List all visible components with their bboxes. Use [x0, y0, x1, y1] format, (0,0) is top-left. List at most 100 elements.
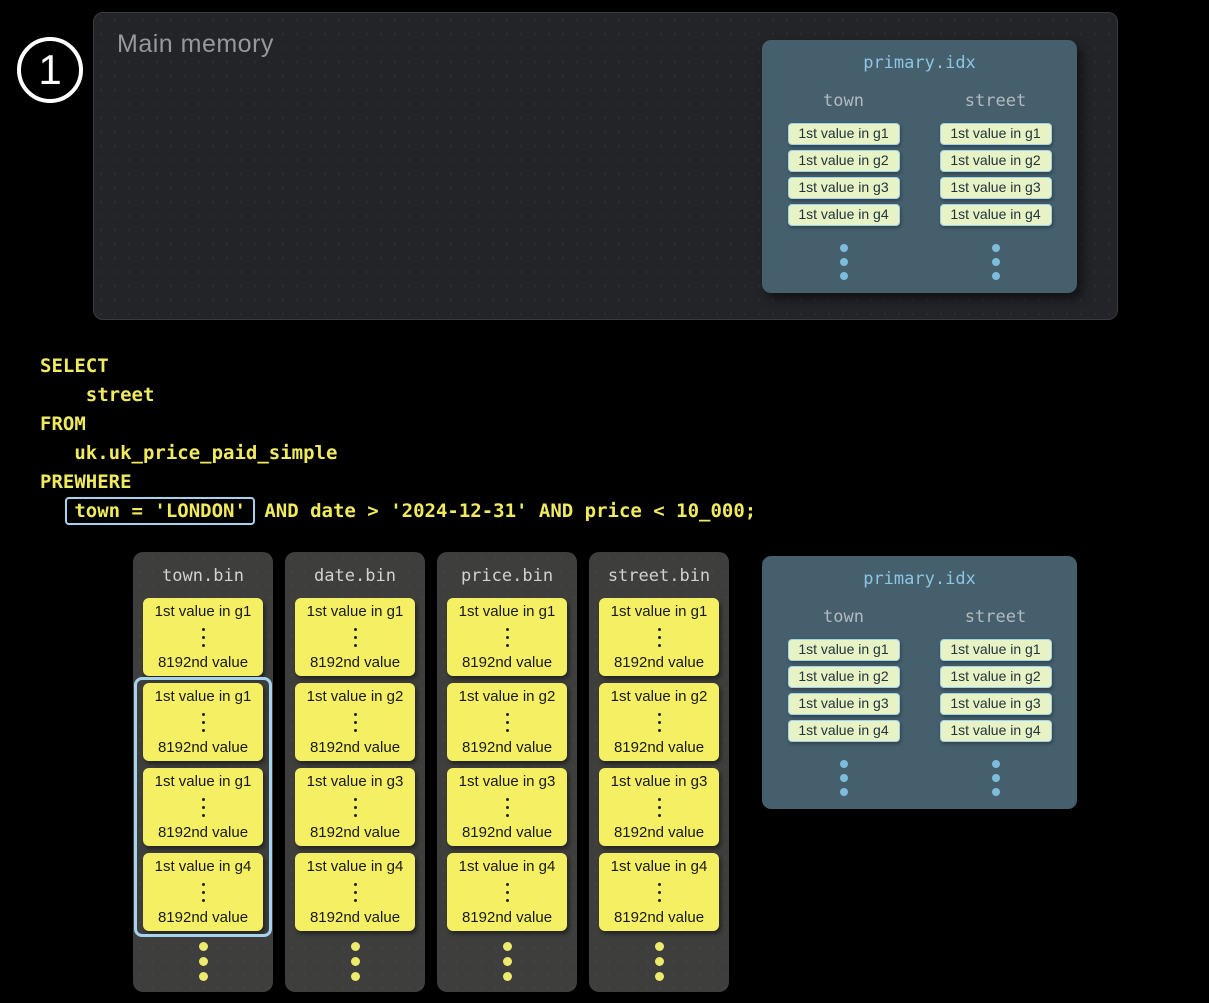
dot [354, 899, 357, 902]
ellipsis-dots [992, 244, 1000, 280]
granule-list: 1st value in g18192nd value1st value in … [589, 598, 729, 931]
dot [658, 806, 661, 809]
dot [351, 972, 360, 981]
granule-first-value: 1st value in g1 [611, 604, 708, 619]
dot [354, 814, 357, 817]
index-mark-cell: 1st value in g3 [788, 693, 900, 715]
granule-first-value: 1st value in g2 [307, 689, 404, 704]
dot [503, 957, 512, 966]
ellipsis-dots [133, 942, 273, 981]
ellipsis-dots [658, 628, 661, 647]
dot [506, 721, 509, 724]
dot [658, 636, 661, 639]
primary-idx-panel-disk: primary.idxtown1st value in g11st value … [762, 556, 1077, 809]
granule-first-value: 1st value in g3 [459, 774, 556, 789]
index-mark-cell: 1st value in g2 [788, 150, 900, 172]
ellipsis-dots [354, 628, 357, 647]
bin-title: price.bin [437, 552, 577, 587]
dot [506, 713, 509, 716]
dot [658, 814, 661, 817]
index-mark-cell: 1st value in g1 [940, 123, 1052, 145]
bin-title: street.bin [589, 552, 729, 587]
granule-last-value: 8192nd value [462, 655, 552, 670]
index-mark-cell: 1st value in g1 [788, 639, 900, 661]
town-predicate-highlight: town = 'LONDON' [65, 497, 255, 525]
dot [658, 899, 661, 902]
dot [658, 891, 661, 894]
dot [202, 628, 205, 631]
ellipsis-dots [354, 798, 357, 817]
column-file-date.bin: date.bin1st value in g18192nd value1st v… [285, 552, 425, 992]
ellipsis-dots [840, 760, 848, 796]
index-mark-cell: 1st value in g4 [940, 204, 1052, 226]
sql-line-street: street [40, 381, 756, 410]
granule-first-value: 1st value in g2 [611, 689, 708, 704]
dot [199, 957, 208, 966]
granule-first-value: 1st value in g1 [459, 604, 556, 619]
ellipsis-dots [658, 798, 661, 817]
dot [840, 760, 848, 768]
ellipsis-dots [437, 942, 577, 981]
dot [655, 957, 664, 966]
index-column-header: street [965, 91, 1026, 111]
dot [840, 272, 848, 280]
dot [992, 272, 1000, 280]
dot [354, 644, 357, 647]
index-column-street: street1st value in g11st value in g21st … [940, 603, 1052, 796]
dot [506, 891, 509, 894]
granule-first-value: 1st value in g1 [307, 604, 404, 619]
ellipsis-dots [354, 883, 357, 902]
granule-cell: 1st value in g18192nd value [295, 598, 415, 676]
index-mark-cell: 1st value in g4 [940, 720, 1052, 742]
dot [506, 628, 509, 631]
sql-line-prewhere: PREWHERE [40, 468, 756, 497]
dot [992, 244, 1000, 252]
dot [840, 788, 848, 796]
granule-first-value: 1st value in g4 [611, 859, 708, 874]
dot [506, 644, 509, 647]
selected-granules-highlight [134, 677, 272, 937]
granule-last-value: 8192nd value [614, 740, 704, 755]
ellipsis-dots [506, 628, 509, 647]
dot [354, 729, 357, 732]
dot [351, 942, 360, 951]
granule-first-value: 1st value in g3 [611, 774, 708, 789]
dot [658, 798, 661, 801]
index-column-town: town1st value in g11st value in g21st va… [788, 603, 900, 796]
granule-cell: 1st value in g48192nd value [295, 853, 415, 931]
index-mark-cell: 1st value in g3 [940, 693, 1052, 715]
ellipsis-dots [202, 628, 205, 647]
granule-last-value: 8192nd value [614, 910, 704, 925]
granule-cell: 1st value in g28192nd value [447, 683, 567, 761]
diagram-canvas: 1 Main memory primary.idxtown1st value i… [0, 0, 1209, 1003]
dot [354, 883, 357, 886]
index-mark-cell: 1st value in g2 [940, 666, 1052, 688]
primary-idx-panel-memory: primary.idxtown1st value in g11st value … [762, 40, 1077, 293]
ellipsis-dots [992, 760, 1000, 796]
index-mark-cell: 1st value in g4 [788, 204, 900, 226]
granule-first-value: 1st value in g1 [155, 604, 252, 619]
bin-title: date.bin [285, 552, 425, 587]
ellipsis-dots [506, 883, 509, 902]
column-file-street.bin: street.bin1st value in g18192nd value1st… [589, 552, 729, 992]
dot [655, 942, 664, 951]
granule-cell: 1st value in g18192nd value [143, 598, 263, 676]
dot [354, 798, 357, 801]
main-memory-title: Main memory [117, 30, 274, 59]
index-column-header: town [823, 607, 864, 627]
granule-last-value: 8192nd value [614, 655, 704, 670]
column-bin-files: town.bin1st value in g18192nd value1st v… [133, 552, 729, 992]
granule-last-value: 8192nd value [462, 910, 552, 925]
granule-first-value: 1st value in g4 [459, 859, 556, 874]
sql-line-select: SELECT [40, 352, 756, 381]
granule-last-value: 8192nd value [310, 740, 400, 755]
index-mark-cell: 1st value in g4 [788, 720, 900, 742]
dot [658, 721, 661, 724]
dot [840, 244, 848, 252]
granule-first-value: 1st value in g3 [307, 774, 404, 789]
index-mark-cell: 1st value in g3 [940, 177, 1052, 199]
dot [503, 972, 512, 981]
main-memory-panel: Main memory primary.idxtown1st value in … [93, 12, 1118, 320]
dot [202, 644, 205, 647]
granule-cell: 1st value in g4 8192nd value [599, 853, 719, 931]
